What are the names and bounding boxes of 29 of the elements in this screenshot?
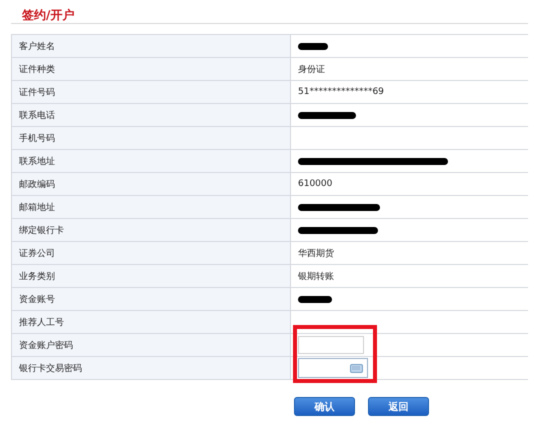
- keyboard-icon[interactable]: [350, 364, 363, 372]
- page-title: 签约/开户: [21, 7, 76, 23]
- table-cell: 华西期货: [291, 242, 528, 265]
- field-label: 手机号码: [12, 127, 291, 150]
- field-label: 证券公司: [12, 242, 291, 265]
- field-label: 资金账号: [12, 288, 291, 311]
- field-label: 联系地址: [12, 150, 291, 173]
- table-cell: 身份证: [291, 58, 528, 81]
- field-label: 证件种类: [12, 58, 291, 81]
- table-cell: 610000: [291, 173, 528, 196]
- redaction-mark: [298, 42, 328, 50]
- field-label: 银行卡交易密码: [12, 357, 291, 380]
- field-label: 证件号码: [12, 81, 291, 104]
- redaction-mark: [298, 296, 332, 302]
- table-cell: 银期转账: [291, 265, 528, 288]
- field-label: 联系电话: [12, 104, 291, 127]
- field-label: 邮政编码: [12, 173, 291, 196]
- field-label: 邮箱地址: [12, 196, 291, 219]
- password-field[interactable]: [298, 336, 364, 354]
- field-label: 客户姓名: [12, 35, 291, 58]
- field-label: 业务类别: [12, 265, 291, 288]
- back-button[interactable]: 返回: [368, 397, 429, 416]
- field-label: 资金账户密码: [12, 334, 291, 357]
- table-cell: 51**************69: [291, 81, 528, 104]
- field-label: 绑定银行卡: [12, 219, 291, 242]
- password-field[interactable]: [298, 358, 368, 378]
- confirm-button[interactable]: 确认: [294, 397, 355, 416]
- redaction-mark: [298, 112, 356, 118]
- field-label: 推荐人工号: [12, 311, 291, 334]
